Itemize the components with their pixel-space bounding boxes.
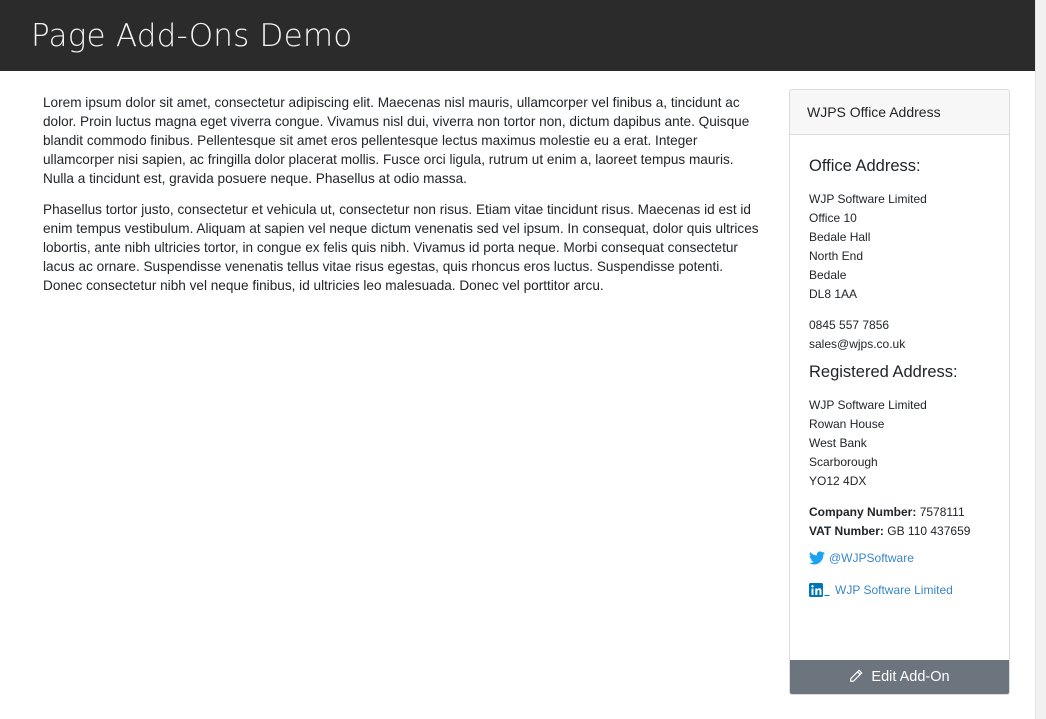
registered-address-heading: Registered Address: bbox=[809, 363, 958, 381]
company-number-value: 7578111 bbox=[919, 505, 965, 519]
vertical-scrollbar[interactable] bbox=[1035, 0, 1046, 719]
registered-line: Scarborough bbox=[809, 455, 878, 469]
twitter-icon bbox=[809, 551, 825, 565]
page-header: Page Add-Ons Demo bbox=[0, 0, 1036, 71]
company-number: Company Number: 7578111 bbox=[809, 503, 992, 522]
office-line: North End bbox=[809, 249, 864, 263]
page-title: Page Add-Ons Demo bbox=[31, 18, 353, 54]
office-line: WJP Software Limited bbox=[809, 192, 927, 206]
twitter-link[interactable]: @WJPSoftware bbox=[809, 551, 992, 565]
vat-number: VAT Number: GB 110 437659 bbox=[809, 522, 992, 541]
linkedin-label: WJP Software Limited bbox=[835, 583, 953, 597]
pencil-icon bbox=[849, 669, 871, 685]
office-line: Bedale bbox=[809, 268, 847, 282]
linkedin-icon bbox=[809, 583, 831, 597]
registered-line: Rowan House bbox=[809, 417, 885, 431]
card-body: Office Address: WJP Software Limited Off… bbox=[790, 135, 1009, 597]
phone-number: 0845 557 7856 bbox=[809, 318, 890, 332]
office-line: Office 10 bbox=[809, 211, 857, 225]
twitter-label: @WJPSoftware bbox=[829, 551, 914, 565]
office-line: DL8 1AA bbox=[809, 287, 858, 301]
registered-line: YO12 4DX bbox=[809, 474, 867, 488]
email-address: sales@wjps.co.uk bbox=[809, 337, 906, 351]
card-title: WJPS Office Address bbox=[790, 90, 1009, 135]
main-content: Lorem ipsum dolor sit amet, consectetur … bbox=[43, 93, 761, 307]
edit-add-on-label: Edit Add-On bbox=[871, 669, 950, 685]
registered-line: West Bank bbox=[809, 436, 867, 450]
vat-number-value: GB 110 437659 bbox=[887, 524, 971, 538]
registered-line: WJP Software Limited bbox=[809, 398, 927, 412]
office-address-heading: Office Address: bbox=[809, 157, 921, 175]
address-card: WJPS Office Address Office Address: WJP … bbox=[789, 89, 1010, 695]
paragraph-1: Lorem ipsum dolor sit amet, consectetur … bbox=[43, 95, 750, 186]
company-number-label: Company Number: bbox=[809, 505, 917, 519]
office-line: Bedale Hall bbox=[809, 230, 871, 244]
linkedin-link[interactable]: WJP Software Limited bbox=[809, 583, 992, 597]
edit-add-on-button[interactable]: Edit Add-On bbox=[790, 660, 1009, 694]
paragraph-2: Phasellus tortor justo, consectetur et v… bbox=[43, 202, 759, 293]
vat-number-label: VAT Number: bbox=[809, 524, 884, 538]
